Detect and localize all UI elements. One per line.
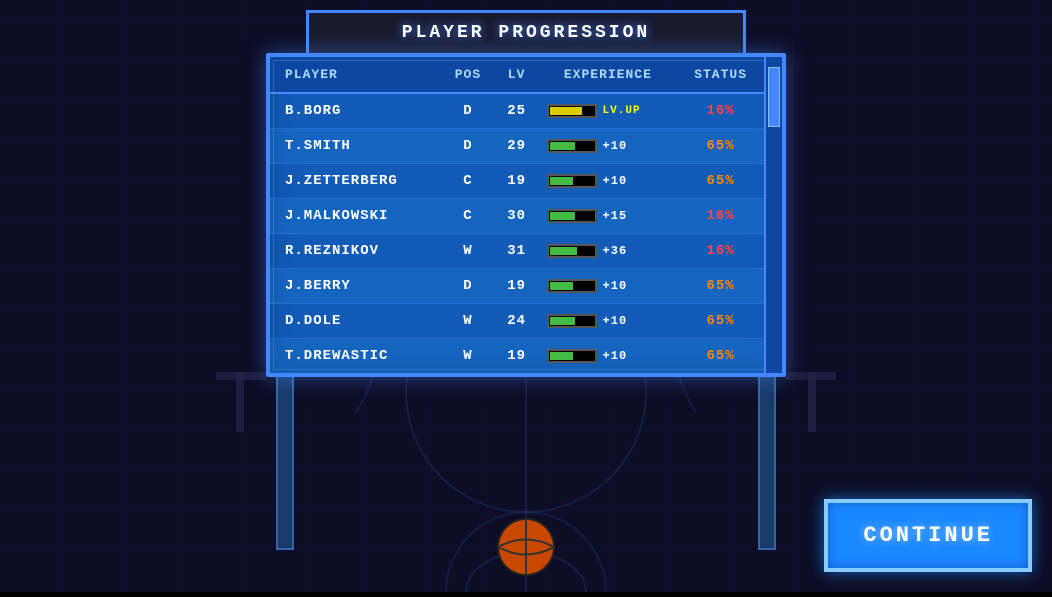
cell-level: 30: [495, 199, 539, 234]
main-panel: PLAYER POS LV EXPERIENCE STATUS B.BORGD2…: [266, 53, 786, 377]
exp-label: LV.UP: [603, 105, 641, 117]
cell-level: 24: [495, 304, 539, 339]
exp-bar-container: +10: [547, 349, 670, 363]
cell-player-name: J.BERRY: [270, 269, 441, 304]
continue-button[interactable]: CONTINUE: [824, 499, 1032, 572]
scrollbar[interactable]: [764, 57, 782, 373]
cell-level: 19: [495, 339, 539, 374]
exp-bar-container: +10: [547, 139, 670, 153]
cell-experience: +36: [539, 234, 678, 269]
table-row: T.SMITHD29 +10 65%: [270, 129, 764, 164]
cell-player-name: T.SMITH: [270, 129, 441, 164]
exp-bar-fill: [550, 107, 582, 115]
cell-position: W: [441, 339, 494, 374]
cell-status: 16%: [677, 93, 764, 129]
cell-position: D: [441, 93, 494, 129]
exp-bar: [547, 104, 597, 118]
cell-position: D: [441, 269, 494, 304]
table-row: J.MALKOWSKIC30 +15 16%: [270, 199, 764, 234]
exp-label: +10: [603, 314, 628, 328]
cell-status: 65%: [677, 339, 764, 374]
table-row: D.DOLEW24 +10 65%: [270, 304, 764, 339]
title-bar: PLAYER PROGRESSION: [306, 10, 746, 53]
table-row: T.DREWASTICW19 +10 65%: [270, 339, 764, 374]
cell-position: W: [441, 234, 494, 269]
cell-player-name: J.MALKOWSKI: [270, 199, 441, 234]
exp-bar-fill: [550, 247, 578, 255]
cell-experience: +10: [539, 164, 678, 199]
col-header-lv: LV: [495, 57, 539, 93]
exp-label: +10: [603, 139, 628, 153]
cell-player-name: R.REZNIKOV: [270, 234, 441, 269]
exp-bar: [547, 349, 597, 363]
table-row: R.REZNIKOVW31 +36 16%: [270, 234, 764, 269]
exp-bar-fill: [550, 282, 574, 290]
scroll-thumb[interactable]: [768, 67, 780, 127]
exp-label: +10: [603, 279, 628, 293]
basketball: [496, 517, 556, 582]
cell-player-name: D.DOLE: [270, 304, 441, 339]
cell-experience: +10: [539, 129, 678, 164]
cell-player-name: B.BORG: [270, 93, 441, 129]
exp-bar-fill: [550, 142, 575, 150]
cell-experience: LV.UP: [539, 93, 678, 129]
cell-player-name: T.DREWASTIC: [270, 339, 441, 374]
table-wrapper: PLAYER POS LV EXPERIENCE STATUS B.BORGD2…: [270, 57, 782, 373]
exp-bar-fill: [550, 177, 573, 185]
cell-position: W: [441, 304, 494, 339]
cell-position: C: [441, 164, 494, 199]
cell-player-name: J.ZETTERBERG: [270, 164, 441, 199]
exp-bar: [547, 139, 597, 153]
col-header-player: PLAYER: [270, 57, 441, 93]
exp-bar-container: +10: [547, 279, 670, 293]
cell-experience: +10: [539, 304, 678, 339]
table-row: J.BERRYD19 +10 65%: [270, 269, 764, 304]
cell-level: 25: [495, 93, 539, 129]
exp-bar-fill: [550, 352, 573, 360]
col-header-experience: EXPERIENCE: [539, 57, 678, 93]
cell-status: 16%: [677, 234, 764, 269]
cell-position: D: [441, 129, 494, 164]
exp-label: +10: [603, 349, 628, 363]
exp-bar: [547, 279, 597, 293]
cell-level: 19: [495, 164, 539, 199]
cell-level: 19: [495, 269, 539, 304]
page-title: PLAYER PROGRESSION: [402, 23, 650, 43]
player-table: PLAYER POS LV EXPERIENCE STATUS B.BORGD2…: [270, 57, 764, 373]
exp-bar: [547, 314, 597, 328]
cell-experience: +10: [539, 269, 678, 304]
exp-bar: [547, 209, 597, 223]
cell-level: 31: [495, 234, 539, 269]
exp-bar: [547, 174, 597, 188]
cell-status: 65%: [677, 269, 764, 304]
cell-experience: +15: [539, 199, 678, 234]
cell-position: C: [441, 199, 494, 234]
exp-label: +15: [603, 209, 628, 223]
exp-label: +36: [603, 244, 628, 258]
cell-status: 65%: [677, 164, 764, 199]
cell-status: 65%: [677, 304, 764, 339]
table-header-row: PLAYER POS LV EXPERIENCE STATUS: [270, 57, 764, 93]
cell-status: 65%: [677, 129, 764, 164]
exp-bar-container: +15: [547, 209, 670, 223]
exp-bar-container: LV.UP: [547, 104, 670, 118]
cell-status: 16%: [677, 199, 764, 234]
exp-bar-container: +36: [547, 244, 670, 258]
exp-bar: [547, 244, 597, 258]
table-row: J.ZETTERBERGC19 +10 65%: [270, 164, 764, 199]
cell-experience: +10: [539, 339, 678, 374]
col-header-pos: POS: [441, 57, 494, 93]
table-row: B.BORGD25 LV.UP 16%: [270, 93, 764, 129]
cell-level: 29: [495, 129, 539, 164]
exp-bar-fill: [550, 317, 575, 325]
exp-label: +10: [603, 174, 628, 188]
exp-bar-fill: [550, 212, 575, 220]
exp-bar-container: +10: [547, 314, 670, 328]
exp-bar-container: +10: [547, 174, 670, 188]
panel-container: PLAYER PROGRESSION PLAYER POS LV EXPERIE…: [266, 10, 786, 377]
col-header-status: STATUS: [677, 57, 764, 93]
